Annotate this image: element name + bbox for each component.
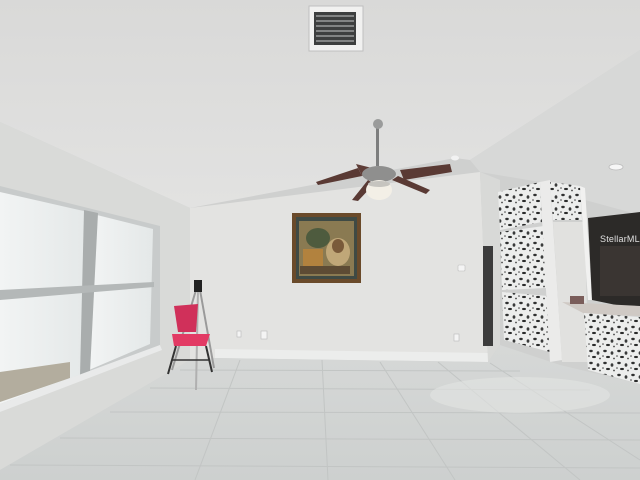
room-illustration bbox=[0, 0, 640, 480]
divider-column-right bbox=[550, 182, 582, 220]
divider-column-lower bbox=[502, 292, 550, 352]
outlet-icon bbox=[260, 330, 268, 340]
room-photo: StellarMLS bbox=[0, 0, 640, 480]
divider-column-mid bbox=[500, 226, 546, 290]
doorway bbox=[483, 246, 493, 346]
vent-icon bbox=[308, 5, 364, 52]
watermark-text: StellarMLS bbox=[600, 234, 640, 244]
outlet-icon bbox=[453, 333, 460, 342]
kitchen-cabinet bbox=[600, 246, 640, 296]
counter-items bbox=[570, 296, 584, 304]
thermostat bbox=[457, 264, 466, 272]
outlet-icon bbox=[236, 330, 242, 338]
smoke-detector bbox=[451, 155, 459, 161]
recessed-light-icon bbox=[608, 163, 624, 171]
floor-reflection bbox=[430, 377, 610, 413]
framed-painting bbox=[292, 213, 361, 283]
divider-column-upper bbox=[498, 182, 542, 230]
